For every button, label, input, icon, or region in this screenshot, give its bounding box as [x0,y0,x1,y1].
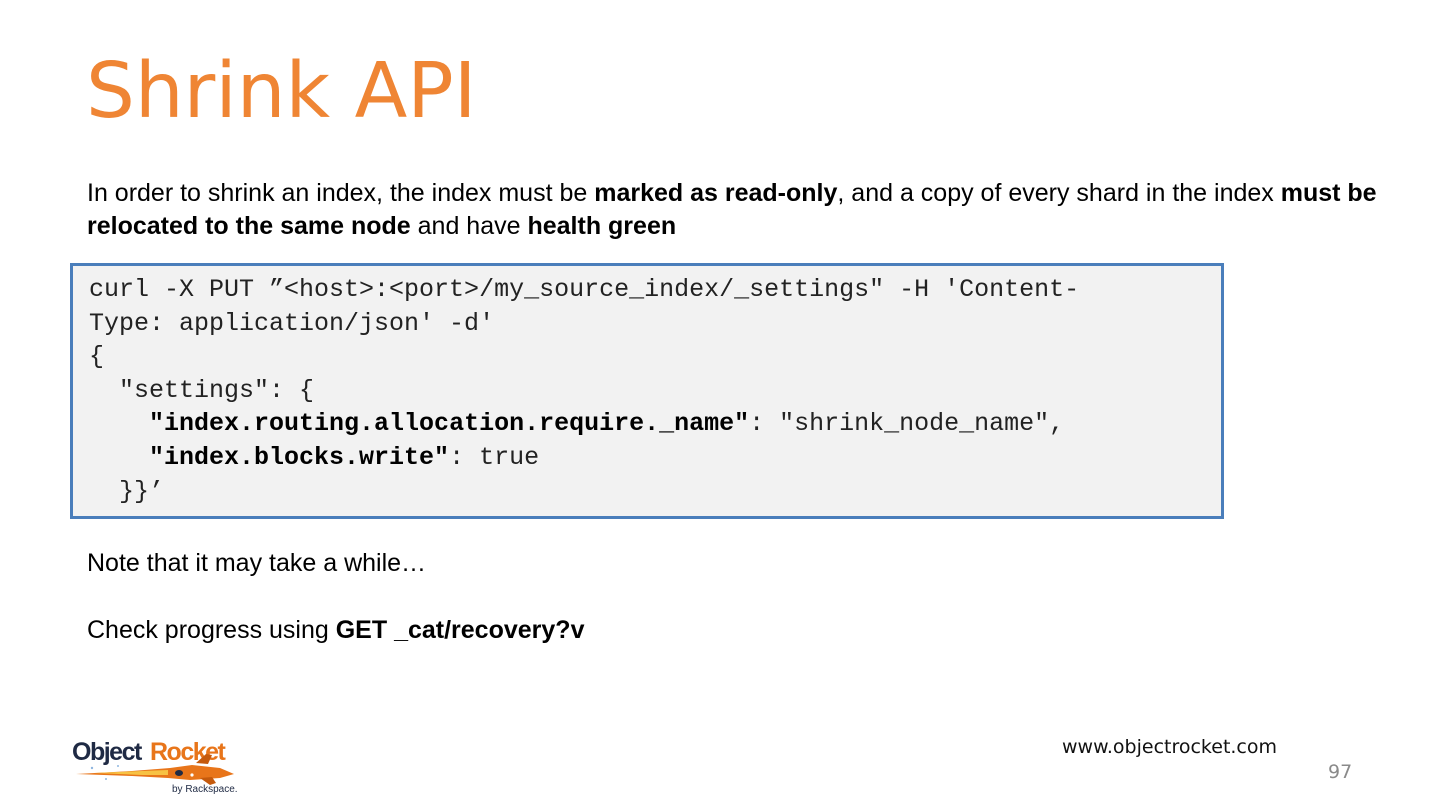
intro-text-1: In order to shrink an index, the index m… [87,179,595,207]
code-line-6-indent [89,443,149,472]
code-line-3: { [89,342,105,372]
logo-rocket-text: Rocket [150,738,227,766]
code-line-6-value: : true [449,442,540,472]
check-text: Check progress using [87,616,336,644]
code-line-7: }}’ [89,476,165,506]
check-command: GET _cat/recovery?v [335,616,585,644]
intro-bold-health: health green [527,212,677,240]
slide-title: Shrink API [86,47,477,136]
code-text: curl -X PUT ”<host>:<port>/my_source_ind… [89,273,1079,508]
code-line-2: Type: application/json' -d' [89,308,495,338]
check-progress-text: Check progress using GET _cat/recovery?v [87,614,584,647]
page-number: 97 [1328,761,1353,783]
logo-object-text: Object [72,738,143,766]
code-key-require-name: "index.routing.allocation.require._name" [149,409,750,439]
code-line-1: curl -X PUT ”<host>:<port>/my_source_ind… [89,275,1080,304]
code-line-5-value: : "shrink_node_name", [749,409,1065,439]
website-url: www.objectrocket.com [1062,736,1278,758]
code-line-4: "settings": { [89,375,315,405]
code-block: curl -X PUT ”<host>:<port>/my_source_ind… [70,263,1224,519]
intro-paragraph: In order to shrink an index, the index m… [87,177,1387,243]
rocket-icon: Object Rocket by Rackspace. [72,738,238,795]
intro-bold-read-only: marked as read-only [594,179,838,207]
intro-text-3: and have [410,212,528,240]
logo-tagline: by Rackspace. [172,784,238,795]
code-line-5-indent [89,409,149,438]
intro-text-2: , and a copy of every shard in the index [837,179,1281,207]
code-key-blocks-write: "index.blocks.write" [149,442,450,472]
note-text: Note that it may take a while… [87,549,427,577]
objectrocket-logo: Object Rocket by Rackspace. [72,737,242,797]
